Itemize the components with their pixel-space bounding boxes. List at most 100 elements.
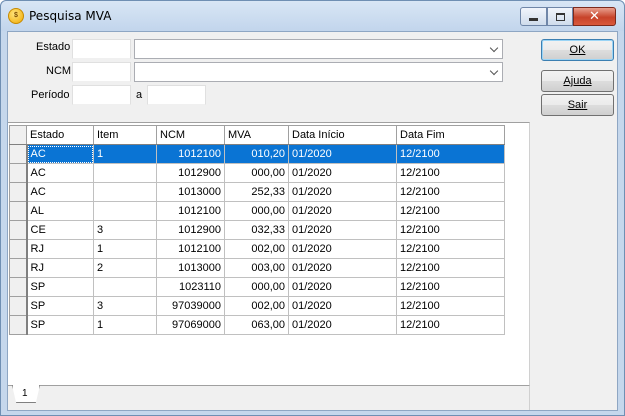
row-indicator[interactable] bbox=[9, 201, 28, 221]
row-indicator[interactable] bbox=[9, 144, 28, 164]
table-cell[interactable]: AC bbox=[26, 182, 94, 202]
column-header[interactable]: Data Início bbox=[288, 125, 397, 145]
ncm-code-input[interactable] bbox=[72, 62, 131, 82]
table-cell[interactable]: 002,00 bbox=[224, 296, 289, 316]
column-header[interactable]: Estado bbox=[26, 125, 94, 145]
table-cell[interactable]: 12/2100 bbox=[396, 201, 505, 221]
results-table[interactable]: Estado Item NCM MVA Data Início Data Fim… bbox=[9, 125, 505, 335]
table-cell[interactable]: 12/2100 bbox=[396, 163, 505, 183]
table-cell[interactable]: 1023110 bbox=[156, 277, 225, 297]
table-row[interactable]: RJ 2 1013000 003,00 01/2020 12/2100 bbox=[9, 258, 505, 278]
table-cell[interactable]: SP bbox=[26, 315, 94, 335]
table-cell[interactable]: 97069000 bbox=[156, 315, 225, 335]
table-cell[interactable]: 01/2020 bbox=[288, 201, 397, 221]
table-cell[interactable] bbox=[93, 163, 157, 183]
table-cell[interactable]: 2 bbox=[93, 258, 157, 278]
table-cell[interactable]: 01/2020 bbox=[288, 277, 397, 297]
table-cell[interactable]: 12/2100 bbox=[396, 182, 505, 202]
column-header[interactable]: Data Fim bbox=[396, 125, 505, 145]
table-cell[interactable]: 032,33 bbox=[224, 220, 289, 240]
table-cell[interactable]: 01/2020 bbox=[288, 258, 397, 278]
row-indicator[interactable] bbox=[9, 220, 28, 240]
column-header[interactable]: Item bbox=[93, 125, 157, 145]
table-cell[interactable] bbox=[93, 201, 157, 221]
table-cell[interactable]: 12/2100 bbox=[396, 220, 505, 240]
table-cell[interactable]: 12/2100 bbox=[396, 144, 505, 164]
table-cell[interactable]: 000,00 bbox=[224, 201, 289, 221]
ncm-combobox[interactable] bbox=[134, 62, 503, 82]
table-cell[interactable]: 01/2020 bbox=[288, 182, 397, 202]
sair-button[interactable]: Sair bbox=[541, 94, 614, 116]
table-row[interactable]: AC 1012900 000,00 01/2020 12/2100 bbox=[9, 163, 505, 183]
table-cell[interactable]: 063,00 bbox=[224, 315, 289, 335]
results-grid[interactable]: Estado Item NCM MVA Data Início Data Fim… bbox=[8, 122, 530, 385]
table-cell[interactable]: 000,00 bbox=[224, 163, 289, 183]
table-cell[interactable]: 01/2020 bbox=[288, 239, 397, 259]
table-cell[interactable]: 12/2100 bbox=[396, 258, 505, 278]
table-cell[interactable]: AC bbox=[26, 144, 94, 164]
table-cell[interactable]: 1012900 bbox=[156, 220, 225, 240]
table-row[interactable]: SP 3 97039000 002,00 01/2020 12/2100 bbox=[9, 296, 505, 316]
table-row[interactable]: AL 1012100 000,00 01/2020 12/2100 bbox=[9, 201, 505, 221]
table-cell[interactable]: 3 bbox=[93, 296, 157, 316]
table-row[interactable]: RJ 1 1012100 002,00 01/2020 12/2100 bbox=[9, 239, 505, 259]
periodo-from-input[interactable] bbox=[72, 85, 131, 105]
ncm-dropdown-button[interactable] bbox=[486, 64, 501, 80]
table-cell[interactable]: RJ bbox=[26, 258, 94, 278]
table-cell[interactable]: SP bbox=[26, 277, 94, 297]
table-cell[interactable]: 1 bbox=[93, 239, 157, 259]
table-cell[interactable]: 01/2020 bbox=[288, 144, 397, 164]
table-cell[interactable]: 000,00 bbox=[224, 277, 289, 297]
table-row[interactable]: CE 3 1012900 032,33 01/2020 12/2100 bbox=[9, 220, 505, 240]
row-indicator[interactable] bbox=[9, 315, 28, 335]
maximize-button[interactable] bbox=[547, 7, 573, 26]
ajuda-button[interactable]: Ajuda bbox=[541, 70, 614, 92]
row-indicator[interactable] bbox=[9, 277, 28, 297]
estado-combobox[interactable] bbox=[134, 39, 503, 59]
table-cell[interactable]: 1012100 bbox=[156, 201, 225, 221]
table-cell[interactable]: 12/2100 bbox=[396, 239, 505, 259]
close-button[interactable]: ✕ bbox=[573, 7, 616, 26]
table-row[interactable]: SP 1023110 000,00 01/2020 12/2100 bbox=[9, 277, 505, 297]
table-cell[interactable]: 003,00 bbox=[224, 258, 289, 278]
table-cell[interactable]: 1013000 bbox=[156, 182, 225, 202]
table-row[interactable]: AC 1013000 252,33 01/2020 12/2100 bbox=[9, 182, 505, 202]
table-cell[interactable]: 1 bbox=[93, 315, 157, 335]
title-bar[interactable]: $ Pesquisa MVA ✕ bbox=[1, 1, 624, 31]
table-cell[interactable] bbox=[93, 182, 157, 202]
row-indicator[interactable] bbox=[9, 182, 28, 202]
table-cell[interactable]: 12/2100 bbox=[396, 315, 505, 335]
estado-dropdown-button[interactable] bbox=[486, 41, 501, 57]
table-cell[interactable]: 01/2020 bbox=[288, 220, 397, 240]
estado-code-input[interactable] bbox=[72, 39, 131, 59]
row-indicator[interactable] bbox=[9, 239, 28, 259]
table-row[interactable]: SP 1 97069000 063,00 01/2020 12/2100 bbox=[9, 315, 505, 335]
ok-button[interactable]: OK bbox=[541, 39, 614, 61]
minimize-button[interactable] bbox=[520, 7, 547, 26]
table-cell[interactable]: SP bbox=[26, 296, 94, 316]
table-cell[interactable]: 01/2020 bbox=[288, 296, 397, 316]
row-indicator[interactable] bbox=[9, 258, 28, 278]
column-header[interactable]: MVA bbox=[224, 125, 289, 145]
table-cell[interactable]: 1012100 bbox=[156, 239, 225, 259]
table-cell[interactable]: RJ bbox=[26, 239, 94, 259]
table-cell[interactable]: AC bbox=[26, 163, 94, 183]
table-cell[interactable]: 1 bbox=[93, 144, 157, 164]
periodo-to-input[interactable] bbox=[147, 85, 206, 105]
row-indicator[interactable] bbox=[9, 296, 28, 316]
column-header[interactable]: NCM bbox=[156, 125, 225, 145]
table-cell[interactable]: 252,33 bbox=[224, 182, 289, 202]
table-cell[interactable]: 01/2020 bbox=[288, 163, 397, 183]
table-cell[interactable]: AL bbox=[26, 201, 94, 221]
table-cell[interactable]: 010,20 bbox=[224, 144, 289, 164]
table-row[interactable]: AC 1 1012100 010,20 01/2020 12/2100 bbox=[9, 144, 505, 164]
table-cell[interactable]: 01/2020 bbox=[288, 315, 397, 335]
table-cell[interactable]: 002,00 bbox=[224, 239, 289, 259]
table-cell[interactable]: 3 bbox=[93, 220, 157, 240]
table-cell[interactable]: 1013000 bbox=[156, 258, 225, 278]
table-cell[interactable]: 1012100 bbox=[156, 144, 225, 164]
table-cell[interactable]: 12/2100 bbox=[396, 277, 505, 297]
table-cell[interactable]: 1012900 bbox=[156, 163, 225, 183]
row-indicator[interactable] bbox=[9, 163, 28, 183]
table-cell[interactable]: CE bbox=[26, 220, 94, 240]
